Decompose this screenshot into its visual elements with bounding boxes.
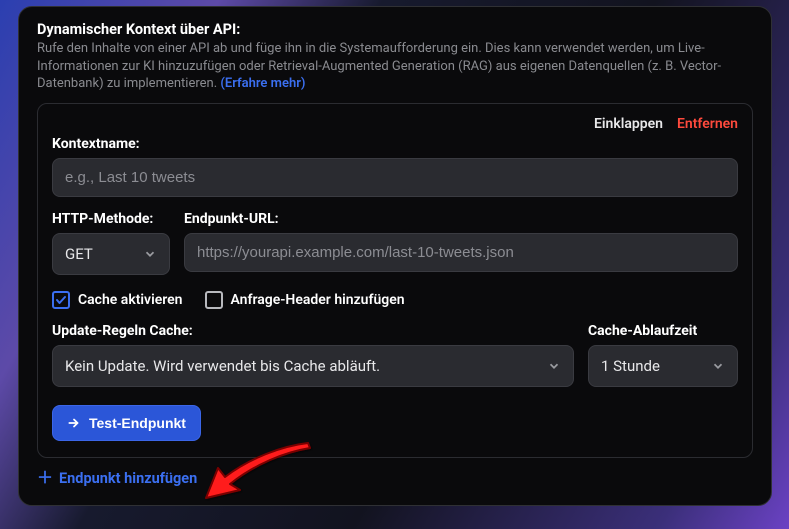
- chevron-down-icon: [711, 359, 725, 373]
- arrow-right-icon: [67, 416, 81, 430]
- http-method-value: GET: [65, 245, 93, 263]
- collapse-link[interactable]: Einklappen: [594, 116, 663, 132]
- cache-enable-checkbox[interactable]: Cache aktivieren: [52, 291, 183, 309]
- http-method-select[interactable]: GET: [52, 233, 170, 275]
- endpoint-card: Einklappen Entfernen Kontextname: HTTP-M…: [37, 103, 753, 458]
- description-text: Rufe den Inhalte von einer API ab und fü…: [37, 41, 721, 91]
- chevron-down-icon: [547, 359, 561, 373]
- panel-description: Rufe den Inhalte von einer API ab und fü…: [37, 40, 753, 93]
- ttl-select[interactable]: 1 Stunde: [588, 345, 738, 387]
- chevron-down-icon: [143, 247, 157, 261]
- add-endpoint-link[interactable]: ＋ Endpunkt hinzufügen: [37, 470, 197, 487]
- api-context-panel: Dynamischer Kontext über API: Rufe den I…: [18, 6, 772, 506]
- checkbox-checked-icon: [52, 291, 70, 309]
- context-name-input[interactable]: [52, 158, 738, 197]
- endpoint-url-input[interactable]: [184, 233, 738, 272]
- add-headers-checkbox[interactable]: Anfrage-Header hinzufügen: [205, 291, 405, 309]
- context-name-label: Kontextname:: [52, 136, 738, 152]
- add-endpoint-label: Endpunkt hinzufügen: [59, 470, 197, 487]
- method-url-row: HTTP-Methode: GET Endpunkt-URL:: [52, 211, 738, 275]
- learn-more-link[interactable]: (Erfahre mehr): [220, 76, 305, 91]
- checkbox-unchecked-icon: [205, 291, 223, 309]
- ttl-col: Cache-Ablaufzeit 1 Stunde: [588, 323, 738, 387]
- add-headers-label: Anfrage-Header hinzufügen: [231, 292, 405, 308]
- panel-title: Dynamischer Kontext über API:: [37, 21, 753, 38]
- cache-enable-label: Cache aktivieren: [78, 292, 183, 308]
- remove-link[interactable]: Entfernen: [677, 116, 738, 132]
- http-method-col: HTTP-Methode: GET: [52, 211, 170, 275]
- endpoint-url-label: Endpunkt-URL:: [184, 211, 738, 227]
- update-rules-label: Update-Regeln Cache:: [52, 323, 574, 339]
- update-rules-col: Update-Regeln Cache: Kein Update. Wird v…: [52, 323, 574, 387]
- update-rules-select[interactable]: Kein Update. Wird verwendet bis Cache ab…: [52, 345, 574, 387]
- ttl-label: Cache-Ablaufzeit: [588, 323, 738, 339]
- test-endpoint-button[interactable]: Test-Endpunkt: [52, 405, 201, 441]
- update-rules-value: Kein Update. Wird verwendet bis Cache ab…: [65, 357, 380, 375]
- card-actions: Einklappen Entfernen: [52, 116, 738, 132]
- plus-icon: ＋: [37, 470, 53, 486]
- http-method-label: HTTP-Methode:: [52, 211, 170, 227]
- ttl-value: 1 Stunde: [601, 357, 660, 375]
- endpoint-url-col: Endpunkt-URL:: [184, 211, 738, 275]
- checkbox-row: Cache aktivieren Anfrage-Header hinzufüg…: [52, 291, 738, 309]
- rules-row: Update-Regeln Cache: Kein Update. Wird v…: [52, 323, 738, 387]
- test-endpoint-label: Test-Endpunkt: [89, 415, 186, 431]
